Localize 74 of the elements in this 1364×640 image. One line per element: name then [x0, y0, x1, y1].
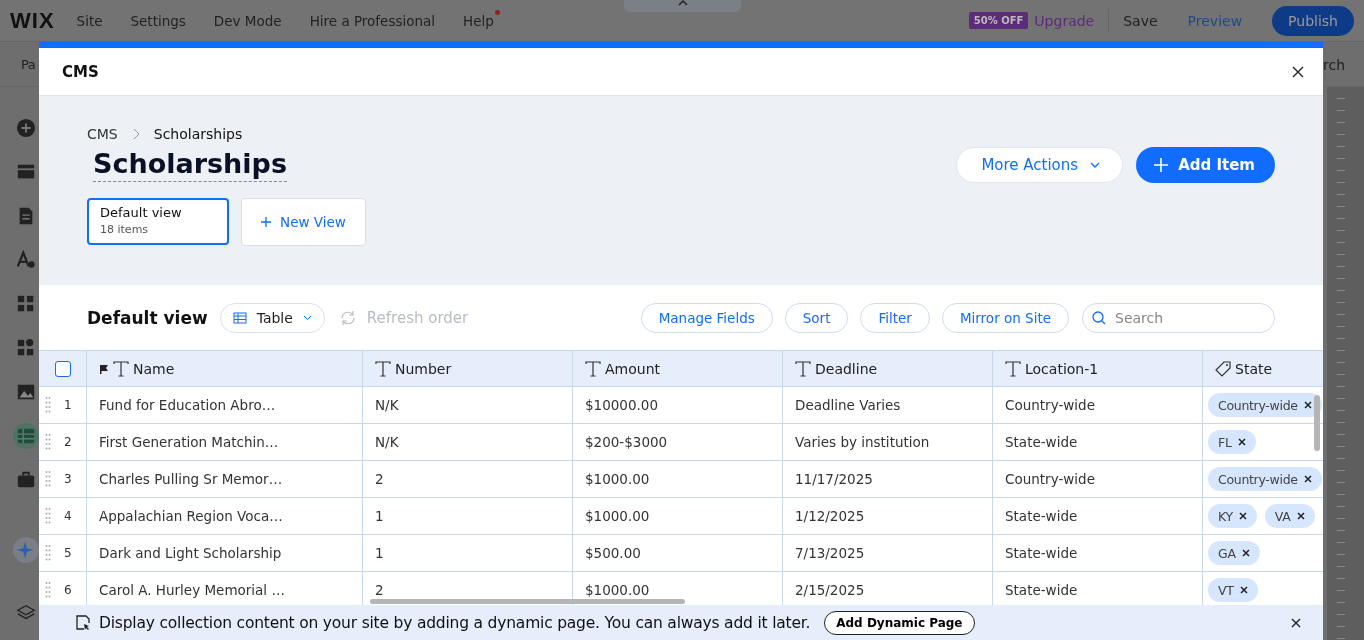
state-tag: VA [1264, 504, 1315, 528]
table-cell: 1/12/2025 [795, 508, 865, 524]
table-cell: $10000.00 [585, 397, 658, 413]
table-cell: Appalachian Region Voca… [99, 508, 283, 524]
breadcrumb-link[interactable]: CMS [87, 126, 118, 142]
toolbar-button[interactable]: Sort [784, 302, 849, 333]
menu-item[interactable]: Dev Mode [213, 12, 282, 29]
table-cell: 7/13/2025 [795, 545, 865, 561]
state-tag: KY [1208, 504, 1257, 528]
table-cell: State-wide [1005, 582, 1078, 598]
state-tag: Country-wide [1208, 393, 1322, 417]
table-cell: Country-wide [1005, 397, 1095, 413]
toolbar-button[interactable]: Mirror on Site [941, 302, 1069, 333]
search-field[interactable]: Search [1082, 302, 1275, 333]
table-cell: $500.00 [585, 545, 641, 561]
table-cell: $200-$3000 [585, 434, 668, 450]
table-cell: 1 [375, 545, 384, 561]
new-view-button[interactable]: New View [241, 198, 366, 246]
save-button[interactable]: Save [1123, 12, 1158, 29]
state-tag: VT [1208, 578, 1258, 602]
table-cell: 11/17/2025 [795, 471, 873, 487]
table-cell: Dark and Light Scholarship [99, 545, 282, 561]
add-item-button[interactable]: Add Item [1136, 147, 1275, 183]
publish-button[interactable]: Publish [1272, 5, 1354, 36]
table-cell: State-wide [1005, 508, 1078, 524]
table-cell: Fund for Education Abro… [99, 397, 276, 413]
table-cell: $1000.00 [585, 508, 650, 524]
banner-message: Display collection content on your site by adding a dynamic page. You can always add it later. [99, 613, 811, 632]
state-tag: Country-wide [1208, 467, 1322, 491]
view-title: Default view [87, 307, 208, 328]
table-cell: Charles Pulling Sr Memor… [99, 471, 283, 487]
wix-logo[interactable]: WIX [10, 7, 55, 34]
table-cell: State-wide [1005, 545, 1078, 561]
more-actions-button[interactable]: More Actions [956, 147, 1124, 183]
column-header[interactable]: Location-1 [993, 351, 1203, 386]
table-cell: 2 [375, 582, 384, 598]
table-cell: Deadline Varies [795, 397, 901, 413]
table-cell: Varies by institution [795, 434, 930, 450]
state-tag: FL [1208, 430, 1256, 454]
row-number: 2 [64, 435, 72, 449]
row-number: 3 [64, 472, 72, 486]
collection-title[interactable]: Scholarships [93, 148, 287, 182]
layout-dropdown[interactable]: Table [219, 302, 325, 333]
dialog-title: CMS [62, 62, 99, 81]
toolbar-button[interactable]: Manage Fields [640, 302, 773, 333]
row-number: 1 [64, 398, 72, 412]
table-cell: First Generation Matchin… [99, 434, 279, 450]
table-cell: N/K [375, 434, 399, 450]
table-cell: $1000.00 [585, 582, 650, 598]
table-cell: $1000.00 [585, 471, 650, 487]
menu-item[interactable]: Hire a Professional [309, 12, 436, 29]
add-dynamic-page-button[interactable]: Add Dynamic Page [824, 610, 975, 635]
table-cell: State-wide [1005, 434, 1078, 450]
menu-item[interactable]: Help [463, 12, 494, 29]
table-cell: Carol A. Hurley Memorial … [99, 582, 285, 598]
table-cell: Country-wide [1005, 471, 1095, 487]
toolbar-button[interactable]: Filter [860, 302, 930, 333]
breadcrumb-link[interactable]: Scholarships [153, 126, 243, 142]
column-header[interactable]: Number [363, 351, 573, 386]
row-number: 4 [64, 509, 72, 523]
column-header[interactable]: Name [87, 351, 363, 386]
state-tag: GA [1208, 541, 1260, 565]
row-number: 5 [64, 546, 72, 560]
discount-badge: 50% OFF [968, 12, 1029, 29]
table-cell: N/K [375, 397, 399, 413]
table-cell: 2/15/2025 [795, 582, 865, 598]
view-card[interactable]: Default view 18 items [87, 198, 229, 245]
menu-item[interactable]: Settings [130, 12, 186, 29]
row-number: 6 [64, 583, 72, 597]
table-cell: 1 [375, 508, 384, 524]
column-header[interactable]: Amount [573, 351, 783, 386]
table-cell: 2 [375, 471, 384, 487]
column-header[interactable]: Deadline [783, 351, 993, 386]
menu-item[interactable]: Site [76, 12, 103, 29]
